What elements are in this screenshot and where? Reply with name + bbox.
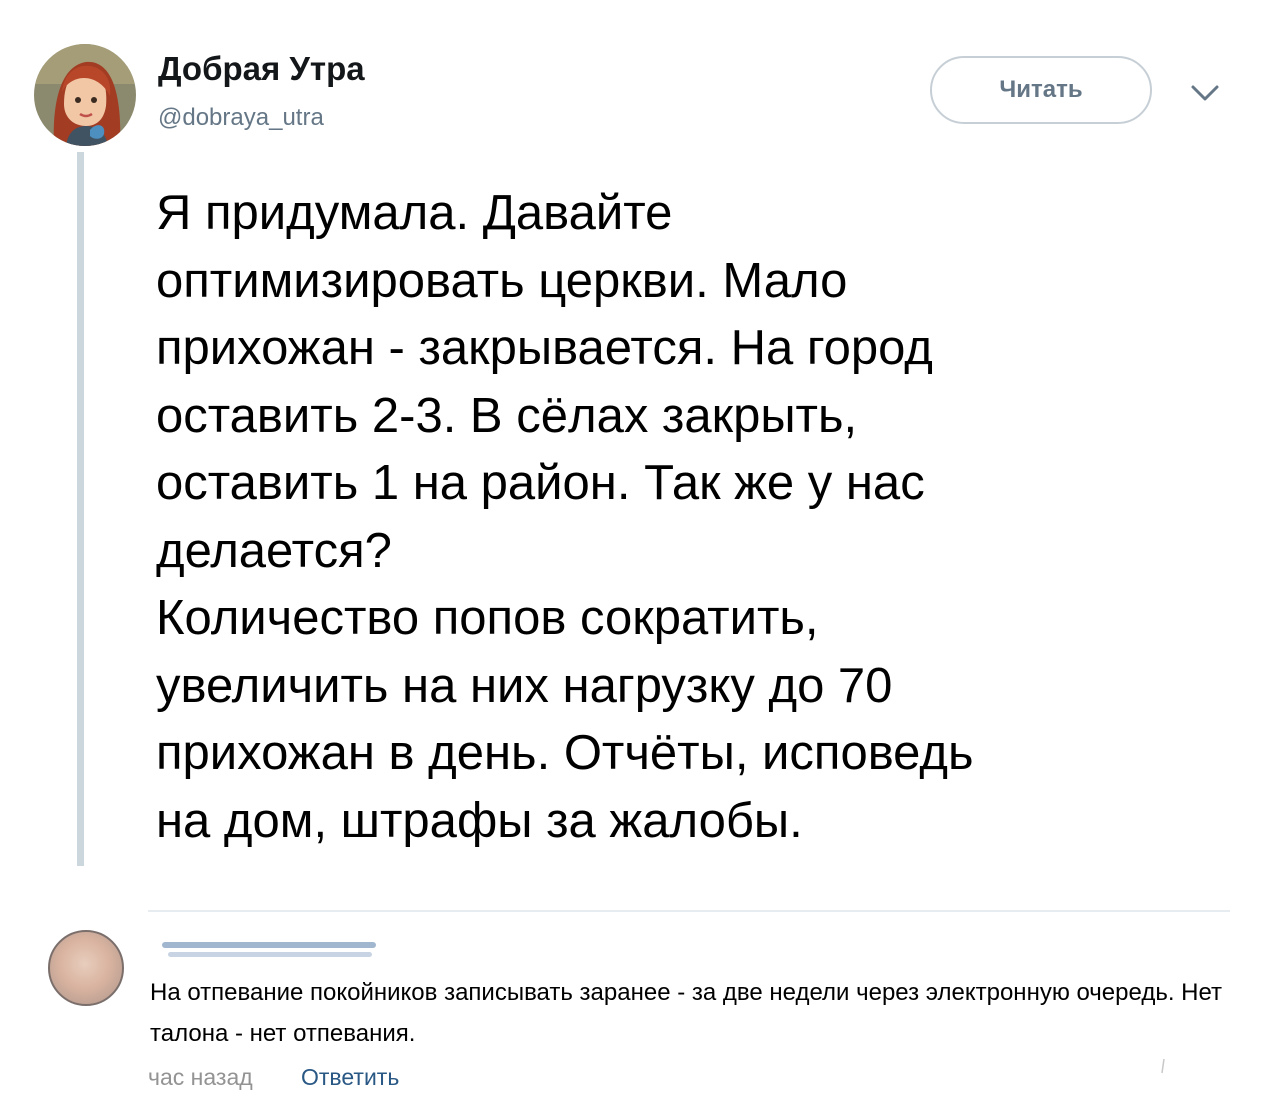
avatar-illustration-icon [34, 44, 136, 146]
author-handle[interactable]: @dobraya_utra [158, 104, 324, 132]
reply-link[interactable]: Ответить [301, 1064, 399, 1091]
divider [148, 910, 1230, 912]
author-avatar[interactable] [34, 44, 136, 146]
thread-line [77, 152, 84, 866]
follow-button[interactable]: Читать [930, 56, 1152, 124]
comment-text: На отпевание покойников записывать заран… [150, 979, 1223, 1047]
comment-timestamp[interactable]: час назад [148, 1064, 253, 1091]
commenter-name-redacted[interactable] [160, 938, 380, 964]
tweet-text: Я придумала. Давайте оптимизировать церк… [156, 186, 974, 848]
commenter-avatar[interactable] [48, 930, 124, 1006]
edit-mark-icon [1161, 1058, 1165, 1074]
chevron-down-icon[interactable] [1188, 82, 1222, 104]
author-display-name[interactable]: Добрая Утра [158, 50, 365, 88]
